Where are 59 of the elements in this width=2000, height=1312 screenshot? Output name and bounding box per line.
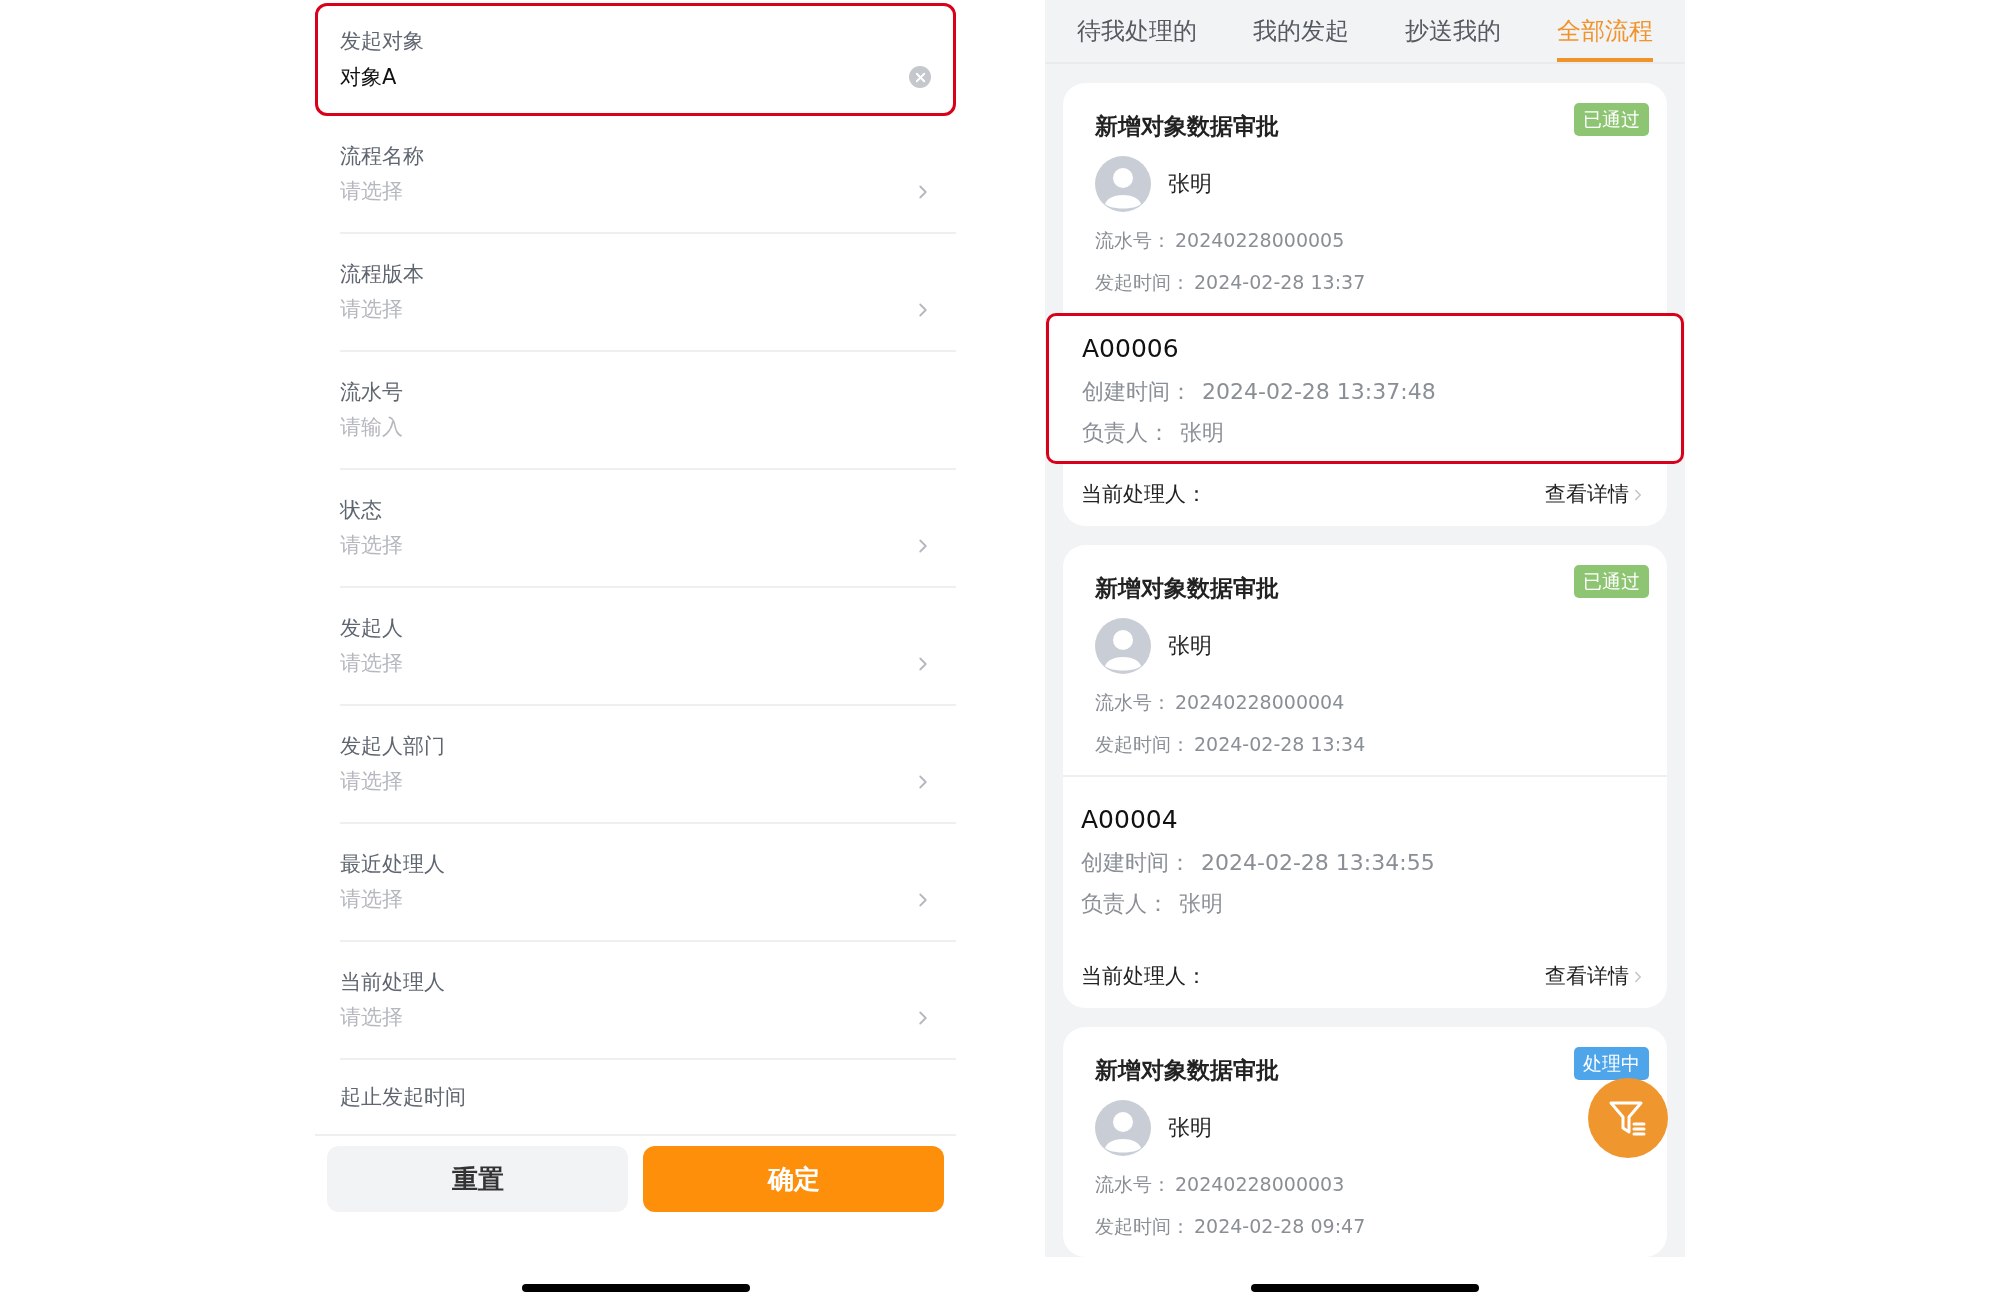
time-label: 发起时间： — [1095, 270, 1190, 295]
time-label: 发起时间： — [1095, 732, 1190, 757]
field-label: 发起人部门 — [340, 735, 446, 757]
serial-label: 流水号： — [1095, 689, 1171, 715]
card-header[interactable]: 新增对象数据审批 已通过 张明 流水号： 20240228000005 发起时间： 2024-02-28 13:37 — [1063, 83, 1667, 313]
created-time: 2024-02-28 13:37:48 — [1202, 378, 1436, 406]
card-title: 新增对象数据审批 — [1095, 112, 1279, 141]
field-label: 流水号 — [340, 382, 404, 403]
target-field[interactable]: 发起对象 对象A — [315, 3, 956, 116]
handler-label: 当前处理人： — [1081, 963, 1207, 991]
time-label: 发起时间： — [1095, 1214, 1190, 1239]
applicant-name: 张明 — [1168, 1114, 1212, 1142]
serial-label: 流水号： — [1095, 227, 1171, 253]
avatar-icon — [1095, 1099, 1151, 1156]
field-label: 最近处理人 — [340, 853, 446, 875]
card-header[interactable]: 新增对象数据审批 处理中 张明 流水号： 20240228000003 发起时间： 2024-02-28 09:47 — [1063, 1027, 1667, 1257]
card-title: 新增对象数据审批 — [1095, 574, 1279, 603]
status-badge: 处理中 — [1574, 1047, 1649, 1080]
created-label: 创建时间： — [1082, 378, 1192, 406]
clear-icon[interactable] — [909, 66, 931, 88]
owner-label: 负责人： — [1082, 419, 1170, 447]
card-header[interactable]: 新增对象数据审批 已通过 张明 流水号： 20240228000004 发起时间： 2024-02-28 13:34 — [1063, 545, 1667, 775]
created-label: 创建时间： — [1081, 849, 1191, 877]
avatar-icon — [1095, 617, 1151, 674]
view-details-link[interactable]: 查看详情 — [1545, 961, 1647, 993]
applicant-name: 张明 — [1168, 170, 1212, 198]
field-label: 发起人 — [340, 617, 404, 639]
field-value: 对象A — [340, 66, 397, 88]
field-label: 状态 — [340, 499, 383, 521]
view-details-link[interactable]: 查看详情 — [1545, 479, 1647, 511]
tab[interactable]: 抄送我的 — [1405, 0, 1501, 62]
serial-label: 流水号： — [1095, 1171, 1171, 1197]
status-badge: 已通过 — [1574, 565, 1649, 598]
field-label: 流程名称 — [340, 145, 425, 167]
field-label: 当前处理人 — [340, 971, 446, 993]
record-id: A00006 — [1082, 332, 1180, 365]
field-label: 流程版本 — [340, 263, 425, 285]
serial-number: 20240228000003 — [1175, 1171, 1345, 1197]
handler-label: 当前处理人： — [1081, 481, 1207, 509]
serial-number: 20240228000005 — [1175, 227, 1345, 253]
created-time: 2024-02-28 13:34:55 — [1201, 849, 1435, 877]
reset-button[interactable]: 重置 — [327, 1146, 628, 1212]
owner-name: 张明 — [1180, 419, 1224, 447]
applicant-name: 张明 — [1168, 632, 1212, 660]
owner-name: 张明 — [1179, 890, 1223, 918]
start-time: 2024-02-28 13:34 — [1194, 732, 1366, 757]
record-id: A00004 — [1081, 803, 1179, 836]
filter-icon — [1608, 1099, 1648, 1137]
owner-label: 负责人： — [1081, 890, 1169, 918]
tab[interactable]: 我的发起 — [1253, 0, 1349, 62]
status-badge: 已通过 — [1574, 103, 1649, 136]
start-time: 2024-02-28 09:47 — [1194, 1214, 1366, 1239]
start-time: 2024-02-28 13:37 — [1194, 270, 1366, 295]
avatar-icon — [1095, 155, 1151, 212]
field-label: 发起对象 — [340, 31, 425, 52]
field-label[interactable]: 起止发起时间 — [340, 1086, 466, 1108]
serial-number: 20240228000004 — [1175, 689, 1345, 715]
tab[interactable]: 待我处理的 — [1077, 0, 1197, 62]
card-title: 新增对象数据审批 — [1095, 1056, 1279, 1085]
